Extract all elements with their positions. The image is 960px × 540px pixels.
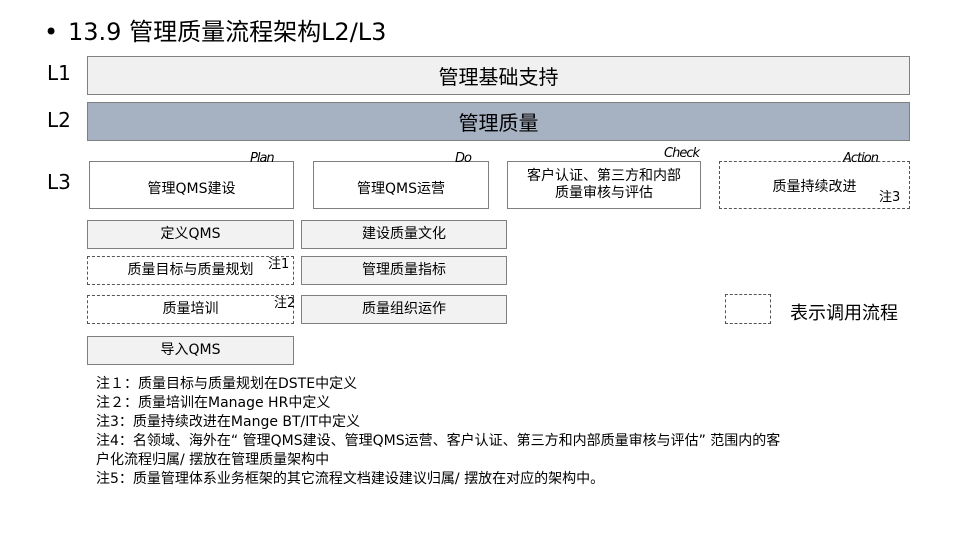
l2-band: 管理质量	[87, 102, 910, 141]
sub-box-label: 管理质量指标	[362, 262, 446, 278]
l1-band: 管理基础支持	[87, 56, 910, 95]
l2-band-label: 管理质量	[458, 111, 539, 135]
pdca-check-label: Check	[664, 146, 700, 161]
legend-dashed-swatch	[725, 294, 771, 324]
sub-box-import-qms: 导入QMS	[87, 336, 294, 365]
note-line: 注4：名领域、海外在“ 管理QMS建设、管理QMS运营、客户认证、第三方和内部质…	[96, 433, 781, 449]
level-label-l2: L2	[47, 108, 71, 132]
sub-box-quality-metrics: 管理质量指标	[301, 256, 507, 285]
l3-box-label: 客户认证、第三方和内部质量审核与评估	[527, 168, 681, 201]
l3-box-qms-operate: 管理QMS运营	[313, 161, 489, 209]
sub-box-label: 建设质量文化	[362, 226, 446, 242]
l3-box-qms-build: 管理QMS建设	[89, 161, 294, 209]
note-marker-3: 注3	[879, 190, 901, 205]
sub-box-label: 质量组织运作	[362, 301, 446, 317]
l1-band-label: 管理基础支持	[438, 65, 559, 89]
sub-box-quality-goals: 质量目标与质量规划	[87, 256, 294, 285]
note-line: 注5：质量管理体系业务框架的其它流程文档建设建议归属/ 摆放在对应的架构中。	[96, 471, 605, 487]
sub-box-quality-training: 质量培训	[87, 295, 294, 324]
sub-box-quality-org: 质量组织运作	[301, 295, 507, 324]
legend-label: 表示调用流程	[790, 303, 898, 324]
l3-box-audit: 客户认证、第三方和内部质量审核与评估	[507, 161, 701, 209]
pdca-plan-label: Plan	[250, 151, 275, 166]
l3-box-label: 管理QMS建设	[147, 180, 236, 197]
note-line: 注２：质量培训在Manage HR中定义	[96, 395, 331, 411]
sub-box-label: 质量培训	[162, 301, 219, 317]
slide-title: • 13.9 管理质量流程架构L2/L3	[44, 12, 386, 47]
sub-box-label: 导入QMS	[160, 342, 221, 358]
note-line: 注3：质量持续改进在Mange BT/IT中定义	[96, 414, 360, 430]
sub-box-quality-culture: 建设质量文化	[301, 220, 507, 249]
note-marker-2: 注2	[274, 296, 296, 311]
l3-box-label: 管理QMS运营	[357, 180, 445, 197]
sub-box-label: 定义QMS	[160, 226, 221, 242]
bullet: •	[44, 18, 59, 46]
pdca-action-label: Action	[843, 151, 879, 166]
sub-box-define-qms: 定义QMS	[87, 220, 294, 249]
note-line: 注１：质量目标与质量规划在DSTE中定义	[96, 376, 358, 392]
pdca-do-label: Do	[455, 151, 472, 166]
l3-box-label: 质量持续改进	[772, 178, 857, 195]
sub-box-label: 质量目标与质量规划	[127, 262, 254, 278]
note-marker-1: 注1	[268, 257, 290, 272]
level-label-l1: L1	[47, 61, 71, 85]
level-label-l3: L3	[47, 170, 71, 194]
notes-block: 注１：质量目标与质量规划在DSTE中定义 注２：质量培训在Manage HR中定…	[96, 375, 896, 489]
note-line: 户化流程归属/ 摆放在管理质量架构中	[96, 452, 330, 468]
title-text: 13.9 管理质量流程架构L2/L3	[68, 18, 387, 46]
